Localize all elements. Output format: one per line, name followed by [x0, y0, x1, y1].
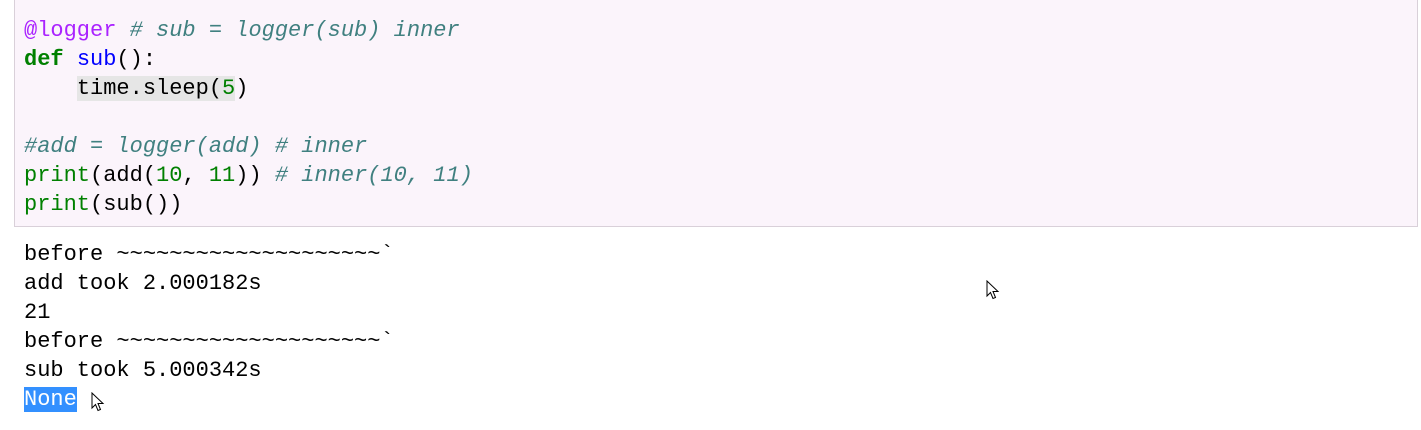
- code-line[interactable]: print(sub()): [24, 190, 182, 219]
- code-token-plain: ): [235, 76, 249, 101]
- code-token-builtin: print: [24, 163, 91, 188]
- code-line[interactable]: @logger # sub = logger(sub) inner: [24, 16, 460, 45]
- code-line[interactable]: #add = logger(add) # inner: [24, 132, 367, 161]
- code-token-plain: time.sleep(: [76, 76, 223, 101]
- code-token-kw: def: [24, 47, 64, 72]
- code-token-comment: # sub = logger(sub) inner: [129, 18, 460, 43]
- code-token-fn: sub: [76, 47, 117, 72]
- code-token-comment: # inner(10, 11): [274, 163, 473, 188]
- code-token-plain: ():: [116, 47, 157, 72]
- code-token-num: 10: [156, 163, 183, 188]
- output-line: before ~~~~~~~~~~~~~~~~~~~~`: [24, 242, 394, 267]
- code-line[interactable]: def sub():: [24, 45, 156, 74]
- code-token-plain: )): [235, 163, 275, 188]
- code-token-deco: @logger: [24, 18, 117, 43]
- output-line: add took 2.000182s: [24, 271, 262, 296]
- output-line-selected[interactable]: None: [24, 385, 77, 414]
- code-token-plain: ,: [182, 163, 209, 188]
- mouse-pointer-icon: [91, 392, 105, 412]
- code-line[interactable]: print(add(10, 11)) # inner(10, 11): [24, 161, 473, 190]
- code-token-num: 11: [208, 163, 236, 188]
- code-token-plain: (add(: [90, 163, 157, 188]
- code-token-comment: #add = logger(add) # inner: [24, 134, 368, 159]
- code-token-builtin: print: [24, 192, 91, 217]
- output-line: before ~~~~~~~~~~~~~~~~~~~~`: [24, 329, 394, 354]
- output-line: sub took 5.000342s: [24, 358, 262, 383]
- selected-text[interactable]: None: [24, 387, 77, 412]
- output-line: 21: [24, 300, 51, 325]
- mouse-pointer-icon: [986, 280, 1000, 300]
- code-token-num: 5: [222, 76, 236, 101]
- code-line[interactable]: time.sleep(5): [24, 74, 248, 103]
- code-cell[interactable]: @logger # sub = logger(sub) inner def sub…: [14, 0, 1418, 227]
- code-token-plain: (sub()): [90, 192, 183, 217]
